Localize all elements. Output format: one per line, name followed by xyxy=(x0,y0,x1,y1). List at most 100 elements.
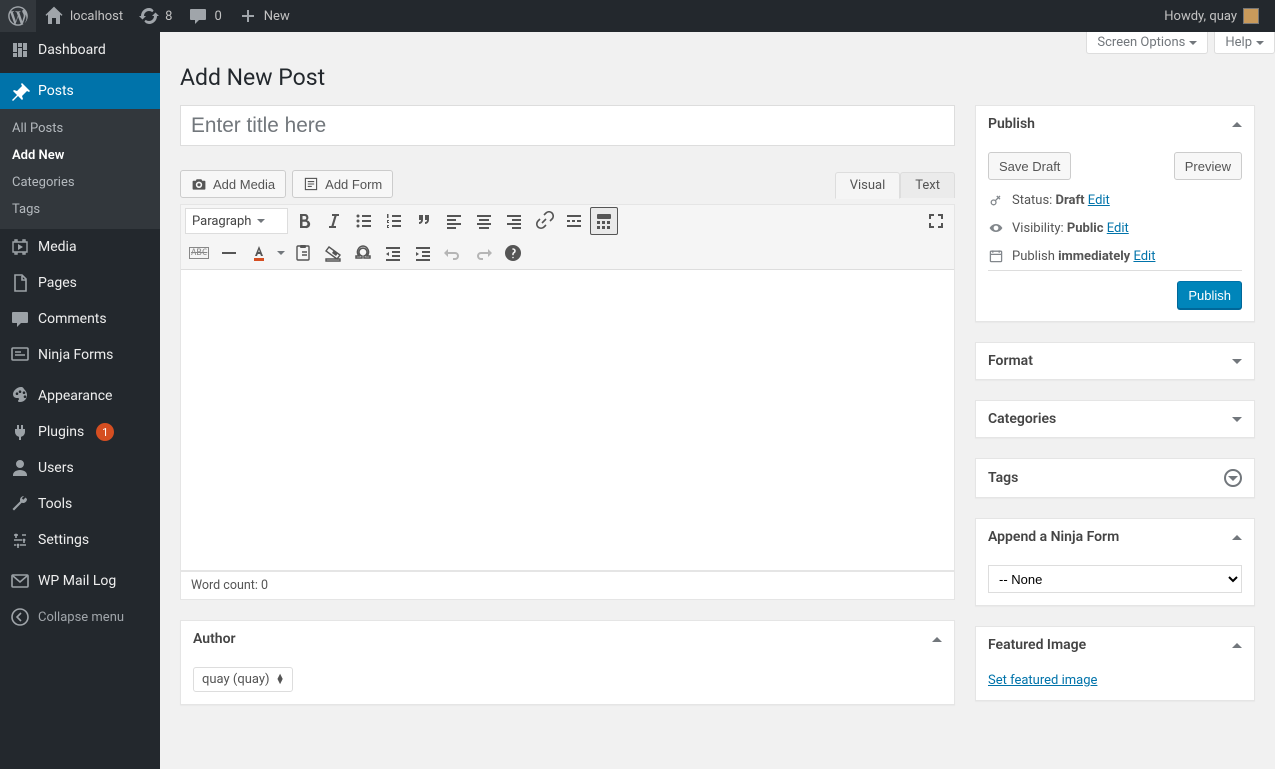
undo-button[interactable] xyxy=(439,239,467,267)
toolbar-toggle-button[interactable] xyxy=(590,207,618,235)
tab-text[interactable]: Text xyxy=(900,172,955,198)
menu-plugins[interactable]: Plugins 1 xyxy=(0,414,160,450)
featured-image-box-header[interactable]: Featured Image xyxy=(976,627,1254,663)
add-form-button[interactable]: Add Form xyxy=(292,170,393,198)
paste-as-text-button[interactable] xyxy=(289,239,317,267)
comments[interactable]: 0 xyxy=(180,0,229,32)
menu-plugins-label: Plugins xyxy=(38,424,84,440)
author-box-header[interactable]: Author xyxy=(181,621,954,657)
clear-formatting-button[interactable] xyxy=(319,239,347,267)
menu-dashboard-label: Dashboard xyxy=(38,42,106,58)
chevron-down-icon xyxy=(257,219,265,223)
featured-image-box: Featured Image Set featured image xyxy=(975,626,1255,701)
align-left-button[interactable] xyxy=(440,207,468,235)
menu-tools-label: Tools xyxy=(38,496,72,512)
categories-box-title: Categories xyxy=(988,411,1056,427)
calendar-icon xyxy=(988,248,1004,264)
screen-options-toggle[interactable]: Screen Options xyxy=(1086,32,1208,54)
tab-visual[interactable]: Visual xyxy=(835,172,901,199)
chevron-down-icon xyxy=(1189,41,1197,45)
format-box: Format xyxy=(975,342,1255,380)
menu-pages[interactable]: Pages xyxy=(0,265,160,301)
content-editor[interactable] xyxy=(181,270,954,570)
publish-box-header[interactable]: Publish xyxy=(976,106,1254,142)
bold-button[interactable] xyxy=(290,207,318,235)
my-account[interactable]: Howdy, quay xyxy=(1156,0,1267,32)
outdent-button[interactable] xyxy=(379,239,407,267)
link-button[interactable] xyxy=(530,207,558,235)
collapse-menu[interactable]: Collapse menu xyxy=(0,599,160,635)
site-name[interactable]: localhost xyxy=(36,0,131,32)
text-color-button[interactable] xyxy=(245,239,273,267)
indent-button[interactable] xyxy=(409,239,437,267)
menu-users[interactable]: Users xyxy=(0,450,160,486)
hr-button[interactable] xyxy=(215,239,243,267)
menu-comments[interactable]: Comments xyxy=(0,301,160,337)
howdy-user: quay xyxy=(1209,9,1237,24)
comment-icon xyxy=(188,6,208,26)
text-color-dropdown[interactable] xyxy=(275,239,287,267)
edit-visibility-link[interactable]: Edit xyxy=(1107,221,1129,236)
help-toggle[interactable]: Help xyxy=(1214,32,1275,54)
format-select[interactable]: Paragraph xyxy=(185,208,288,234)
menu-posts[interactable]: Posts xyxy=(0,73,160,109)
updates[interactable]: 8 xyxy=(131,0,180,32)
align-right-button[interactable] xyxy=(500,207,528,235)
align-center-button[interactable] xyxy=(470,207,498,235)
read-more-button[interactable] xyxy=(560,207,588,235)
set-featured-image-link[interactable]: Set featured image xyxy=(988,673,1097,688)
number-list-button[interactable] xyxy=(380,207,408,235)
add-media-label: Add Media xyxy=(213,177,275,192)
bullet-list-button[interactable] xyxy=(350,207,378,235)
redo-button[interactable] xyxy=(469,239,497,267)
form-icon xyxy=(303,176,319,192)
word-count-label: Word count: xyxy=(191,578,261,593)
menu-appearance[interactable]: Appearance xyxy=(0,378,160,414)
collapse-icon xyxy=(10,607,30,627)
format-box-header[interactable]: Format xyxy=(976,343,1254,379)
submenu-tags[interactable]: Tags xyxy=(0,196,160,223)
special-character-button[interactable] xyxy=(349,239,377,267)
submenu-add-new[interactable]: Add New xyxy=(0,142,160,169)
post-title-input[interactable] xyxy=(180,105,955,146)
menu-posts-submenu: All Posts Add New Categories Tags xyxy=(0,109,160,229)
updown-caret-icon: ▲▼ xyxy=(276,675,284,685)
schedule-label: Publish xyxy=(1012,249,1058,264)
save-draft-button[interactable]: Save Draft xyxy=(988,152,1071,180)
edit-status-link[interactable]: Edit xyxy=(1088,193,1110,208)
submenu-all-posts[interactable]: All Posts xyxy=(0,115,160,142)
publish-button[interactable]: Publish xyxy=(1177,281,1242,309)
tags-box-header[interactable]: Tags xyxy=(976,459,1254,497)
menu-tools[interactable]: Tools xyxy=(0,486,160,522)
ninja-form-select[interactable]: -- None xyxy=(988,565,1242,593)
wordpress-icon xyxy=(8,6,28,26)
new-content[interactable]: New xyxy=(230,0,298,32)
menu-media[interactable]: Media xyxy=(0,229,160,265)
wp-logo[interactable] xyxy=(0,0,36,32)
keyboard-help-button[interactable] xyxy=(499,239,527,267)
menu-ninja-forms[interactable]: Ninja Forms xyxy=(0,337,160,373)
menu-pages-label: Pages xyxy=(38,275,77,291)
strikethrough-button[interactable]: ABC xyxy=(185,239,213,267)
italic-button[interactable] xyxy=(320,207,348,235)
plugins-icon xyxy=(10,422,30,442)
menu-dashboard[interactable]: Dashboard xyxy=(0,32,160,68)
blockquote-button[interactable] xyxy=(410,207,438,235)
update-icon xyxy=(139,6,159,26)
abc-strike-icon: ABC xyxy=(189,247,209,259)
menu-wp-mail-log[interactable]: WP Mail Log xyxy=(0,563,160,599)
preview-button[interactable]: Preview xyxy=(1174,152,1242,180)
add-media-button[interactable]: Add Media xyxy=(180,170,286,198)
fullscreen-button[interactable] xyxy=(922,207,950,235)
visibility-value: Public xyxy=(1067,221,1104,236)
menu-settings[interactable]: Settings xyxy=(0,522,160,558)
pin-icon xyxy=(10,81,30,101)
ninja-form-box-header[interactable]: Append a Ninja Form xyxy=(976,519,1254,555)
edit-schedule-link[interactable]: Edit xyxy=(1133,249,1155,264)
categories-box-header[interactable]: Categories xyxy=(976,401,1254,437)
help-label: Help xyxy=(1225,35,1252,50)
submenu-categories[interactable]: Categories xyxy=(0,169,160,196)
author-select[interactable]: quay (quay) ▲▼ xyxy=(193,667,293,692)
collapse-toggle-icon xyxy=(1232,643,1242,648)
ninja-form-box-title: Append a Ninja Form xyxy=(988,529,1119,545)
